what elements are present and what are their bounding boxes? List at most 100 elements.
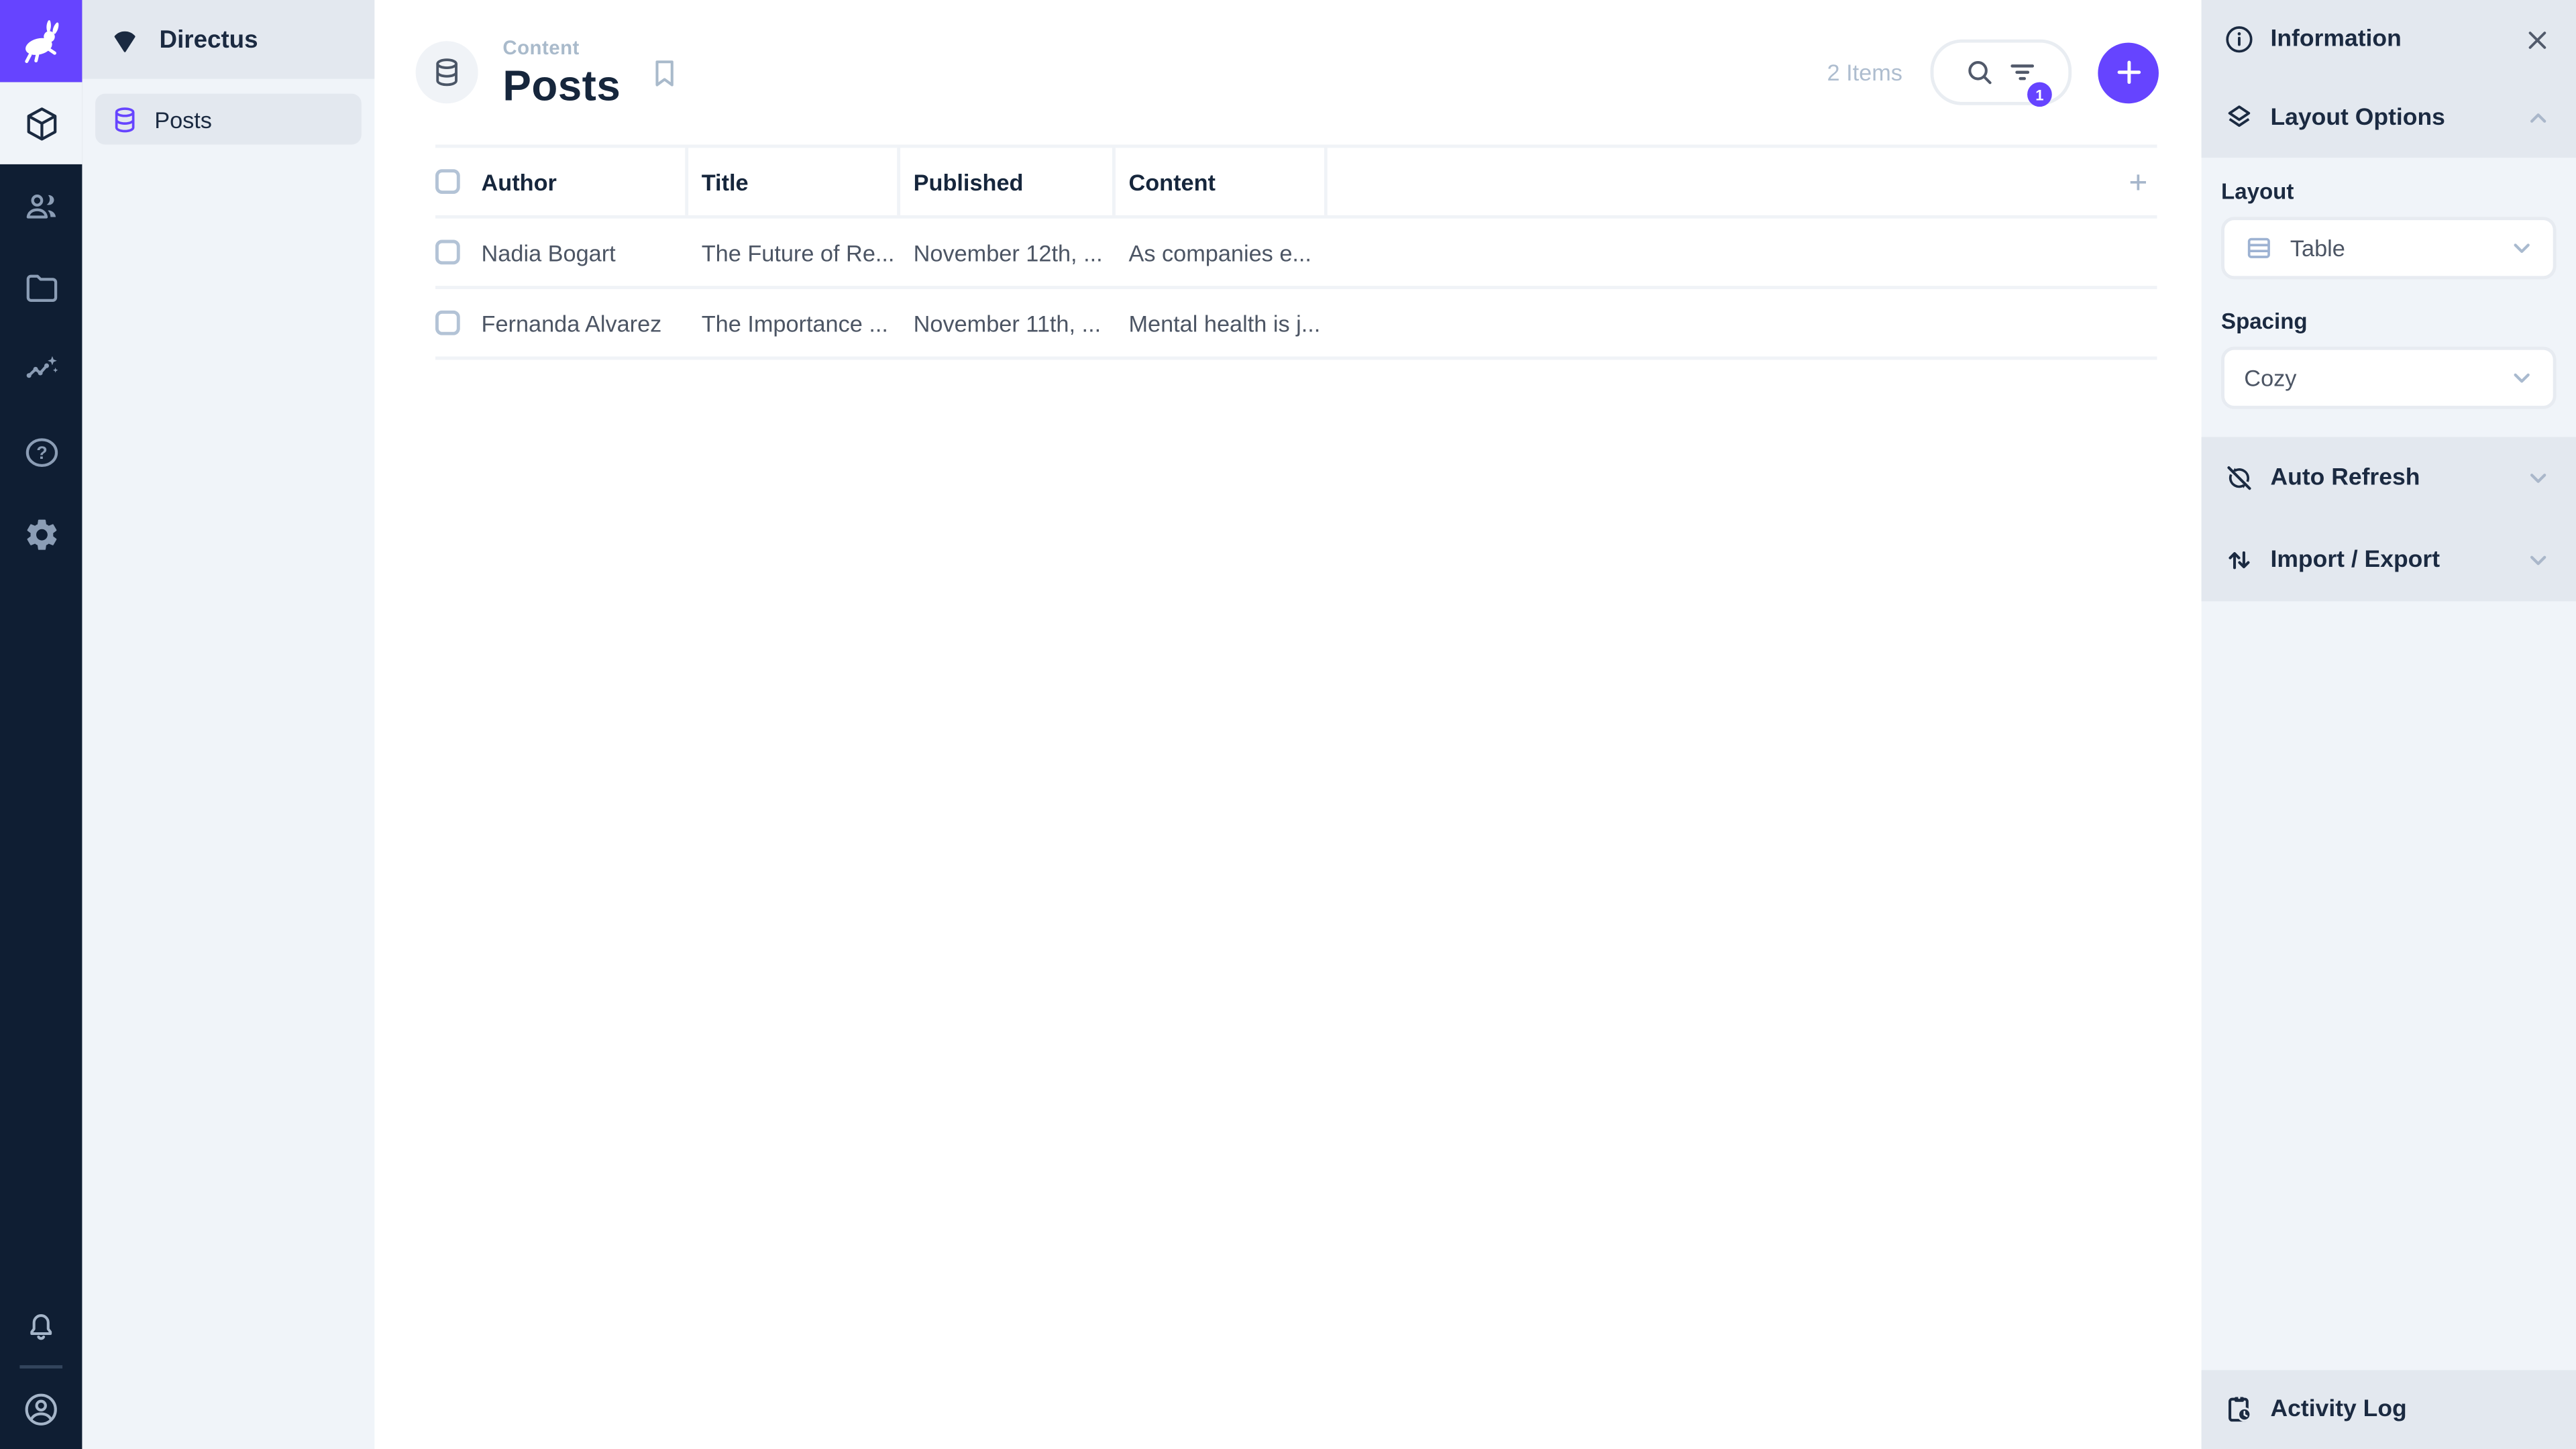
module-settings[interactable] [0,493,82,575]
right-sidebar: Information Layout Options Layout Table … [2201,0,2576,1449]
search-filter-pill: 1 [1930,39,2072,107]
bell-icon [23,1307,59,1343]
database-icon [431,56,464,89]
layout-options-content: Layout Table Spacing Cozy [2202,158,2576,437]
sidebar-section-label: Layout Options [2270,105,2445,131]
nav-sidebar: Directus Posts [82,0,375,1449]
cell-author: Nadia Bogart [481,239,616,266]
table-row[interactable]: Fernanda Alvarez The Importance ... Nove… [435,289,2157,360]
module-content[interactable] [0,82,83,164]
account-circle-icon [21,1389,61,1429]
filter-count-badge: 1 [2027,82,2052,107]
sidebar-section-label: Activity Log [2270,1396,2407,1423]
spacing-field-label: Spacing [2221,309,2308,334]
database-icon [110,105,140,134]
info-icon [2222,23,2255,56]
project-fan-icon [109,23,142,56]
sidebar-top-band: Information Layout Options [2201,0,2576,158]
chevron-down-icon [2507,233,2536,263]
sidebar-section-activity-log[interactable]: Activity Log [2202,1370,2576,1449]
layout-field-label: Layout [2221,178,2294,204]
filter-button[interactable]: 1 [2006,56,2052,107]
module-insights[interactable] [0,329,82,411]
page-header: Content Posts 2 Items 1 [374,0,2201,145]
module-help[interactable]: ? [0,411,82,492]
table-icon [2244,233,2273,263]
breadcrumb[interactable]: Content [502,38,621,57]
directus-app: ? Directus Posts Content Posts 2 Items 1… [0,0,2576,1449]
sync-disabled-icon [2222,462,2255,494]
chevron-up-icon [2524,103,2553,133]
sidebar-middle-band: Auto Refresh Import / Export [2201,437,2576,602]
collection-icon-button[interactable] [415,41,478,104]
folder-icon [22,268,60,306]
row-select-cell [435,219,482,286]
add-column-button[interactable] [2123,166,2154,197]
nav-item-label: Posts [154,105,212,133]
nav-item-posts[interactable]: Posts [95,93,362,145]
column-header-title[interactable]: Title [688,148,901,215]
row-select-cell [435,289,482,356]
collection-nav: Posts [82,79,374,160]
cell-content: As companies e... [1128,239,1311,266]
layers-icon [2222,102,2255,135]
table-header-row: Author Title Published Content [435,144,2157,219]
directus-logo[interactable] [0,0,83,83]
items-table: Author Title Published Content Nadia Bog… [435,144,2157,360]
plus-icon [2123,166,2154,197]
column-header-published[interactable]: Published [900,148,1116,215]
cell-author: Fernanda Alvarez [481,309,662,336]
gear-icon [22,515,60,553]
layout-select[interactable]: Table [2221,217,2557,280]
column-header-content[interactable]: Content [1116,148,1328,215]
spacing-select[interactable]: Cozy [2221,346,2557,409]
item-count: 2 Items [1827,59,1902,86]
sidebar-bottom-band: Activity Log [2201,1370,2576,1449]
table-row[interactable]: Nadia Bogart The Future of Re... Novembe… [435,219,2157,290]
module-users[interactable] [0,164,82,246]
row-checkbox[interactable] [435,239,460,265]
bookmark-button[interactable] [647,55,681,89]
svg-text:?: ? [36,442,46,462]
people-icon [22,186,60,224]
select-all-checkbox[interactable] [435,169,460,194]
box-icon [22,105,60,142]
sidebar-section-label: Auto Refresh [2270,465,2420,492]
project-switcher[interactable]: Directus [82,0,375,79]
cell-title: The Importance ... [701,309,888,336]
module-bar-spacer [0,575,82,1285]
sidebar-section-import-export[interactable]: Import / Export [2202,519,2576,601]
directus-rabbit-icon [16,16,65,65]
spacing-select-value: Cozy [2244,364,2297,391]
cell-published: November 11th, ... [913,309,1102,336]
title-block: Content Posts [502,38,621,107]
column-header-author[interactable]: Author [482,148,689,215]
insights-icon [22,351,60,388]
close-icon[interactable] [2522,24,2553,56]
help-icon: ? [22,433,60,470]
chevron-down-icon [2524,545,2553,575]
sidebar-section-auto-refresh[interactable]: Auto Refresh [2202,437,2576,519]
module-files[interactable] [0,246,82,328]
sidebar-section-information[interactable]: Information [2202,0,2576,79]
chevron-down-icon [2524,464,2553,493]
account-button[interactable] [0,1368,82,1449]
page-title: Posts [502,60,621,111]
chevron-down-icon [2507,363,2536,392]
module-bar: ? [0,0,83,1449]
cell-content: Mental health is j... [1128,309,1321,336]
search-icon[interactable] [1964,56,1996,89]
layout-select-value: Table [2290,235,2345,262]
bookmark-icon [647,55,681,89]
row-checkbox[interactable] [435,310,460,335]
add-item-button[interactable] [2098,42,2159,103]
sidebar-section-layout-options[interactable]: Layout Options [2202,79,2576,158]
project-name: Directus [159,25,258,54]
plus-icon [2110,54,2147,91]
notifications-button[interactable] [0,1285,82,1365]
clipboard-clock-icon [2222,1393,2255,1426]
sidebar-section-label: Import / Export [2270,547,2440,574]
cell-title: The Future of Re... [701,239,895,266]
sidebar-section-label: Information [2270,26,2402,53]
